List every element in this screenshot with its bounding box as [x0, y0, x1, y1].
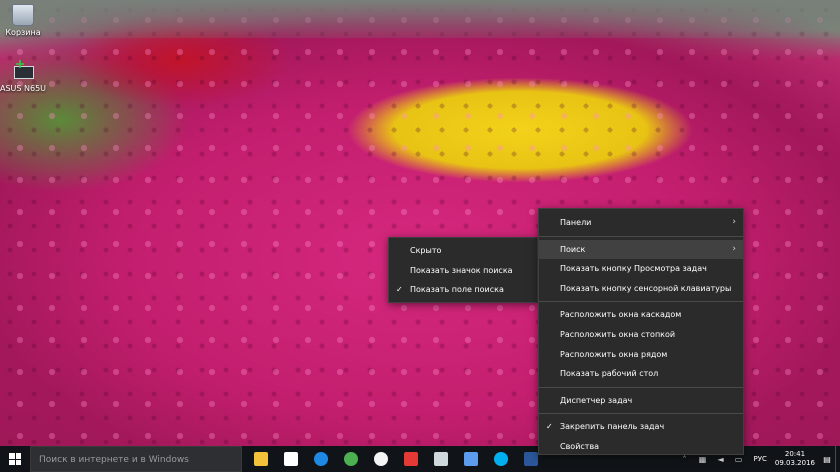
show-desktop-button[interactable] — [835, 446, 840, 472]
menu-item-cascade-windows[interactable]: Расположить окна каскадом — [539, 305, 743, 325]
menu-item-show-search-box[interactable]: ✓ Показать поле поиска — [389, 280, 537, 300]
menu-separator — [539, 413, 743, 415]
edge-icon — [314, 452, 328, 466]
desktop-icon-label: ASUS N65U — [0, 84, 47, 93]
menu-item-hidden[interactable]: Скрыто — [389, 241, 537, 261]
recycle-bin-icon — [12, 4, 34, 26]
file-explorer-icon — [254, 452, 268, 466]
menu-item-label: Показать рабочий стол — [560, 369, 659, 379]
menu-item-toolbars[interactable]: Панели › — [539, 213, 743, 233]
menu-item-label: Поиск — [560, 244, 586, 254]
notifications-icon[interactable]: ▤ — [819, 446, 835, 472]
checkmark-icon: ✓ — [546, 422, 553, 432]
menu-item-show-search-icon[interactable]: Показать значок поиска — [389, 261, 537, 281]
search-submenu: Скрыто Показать значок поиска ✓ Показать… — [388, 237, 538, 303]
menu-item-search[interactable]: Поиск › — [539, 239, 743, 260]
control-panel-icon — [464, 452, 478, 466]
menu-separator — [539, 235, 743, 237]
menu-separator — [539, 301, 743, 303]
menu-item-label: Расположить окна стопкой — [560, 329, 676, 339]
screenshot-tool-icon — [434, 452, 448, 466]
menu-item-label: Панели — [560, 218, 592, 227]
menu-separator — [539, 386, 743, 388]
menu-item-show-task-view-button[interactable]: Показать кнопку Просмотра задач — [539, 259, 743, 279]
network-computer-icon — [12, 60, 34, 82]
taskbar-app-button[interactable] — [336, 446, 366, 472]
desktop-icon-asus-n65u[interactable]: ASUS N65U — [0, 60, 48, 93]
menu-item-label: Свойства — [560, 441, 600, 451]
taskbar-app-button[interactable] — [426, 446, 456, 472]
taskbar-context-menu: Панели › Поиск › Показать кнопку Просмот… — [538, 208, 744, 455]
menu-item-label: Расположить окна каскадом — [560, 310, 682, 320]
taskbar-app-button[interactable] — [366, 446, 396, 472]
chevron-right-icon: › — [732, 217, 736, 227]
skype-icon — [494, 452, 508, 466]
menu-item-side-by-side-windows[interactable]: Расположить окна рядом — [539, 345, 743, 365]
menu-item-label: Показать кнопку сенсорной клавиатуры — [560, 283, 732, 293]
taskbar-app-button[interactable] — [456, 446, 486, 472]
store-icon — [284, 452, 298, 466]
taskbar-app-button[interactable] — [486, 446, 516, 472]
taskbar-app-button[interactable] — [396, 446, 426, 472]
menu-item-label: Диспетчер задач — [560, 395, 633, 405]
clock-date: 09.03.2016 — [774, 459, 815, 467]
menu-item-label: Закрепить панель задач — [560, 422, 665, 432]
taskbar-app-button[interactable] — [246, 446, 276, 472]
checkmark-icon: ✓ — [396, 285, 403, 295]
menu-item-label: Расположить окна рядом — [560, 349, 668, 359]
menu-item-task-manager[interactable]: Диспетчер задач — [539, 391, 743, 411]
pinned-apps — [246, 446, 546, 472]
clock[interactable]: 20:41 09.03.2016 — [775, 450, 815, 468]
taskbar-app-button[interactable] — [306, 446, 336, 472]
menu-item-stack-windows[interactable]: Расположить окна стопкой — [539, 325, 743, 345]
menu-item-label: Скрыто — [410, 246, 442, 255]
desktop-icon-recycle-bin[interactable]: Корзина — [0, 4, 48, 37]
word-icon — [524, 452, 538, 466]
yandex-browser-icon — [374, 452, 388, 466]
menu-item-label: Показать кнопку Просмотра задач — [560, 264, 707, 274]
menu-item-show-desktop[interactable]: Показать рабочий стол — [539, 364, 743, 384]
chrome-icon — [344, 452, 358, 466]
menu-item-properties[interactable]: Свойства — [539, 437, 743, 457]
language-indicator[interactable]: РУС — [754, 455, 767, 463]
ccleaner-icon — [404, 452, 418, 466]
menu-item-label: Показать поле поиска — [410, 285, 504, 295]
menu-item-label: Показать значок поиска — [410, 265, 513, 275]
chevron-right-icon: › — [732, 243, 736, 254]
menu-item-show-touch-keyboard-button[interactable]: Показать кнопку сенсорной клавиатуры — [539, 279, 743, 299]
desktop-icon-label: Корзина — [5, 28, 41, 37]
clock-time: 20:41 — [784, 450, 806, 458]
menu-item-lock-taskbar[interactable]: ✓ Закрепить панель задач — [539, 417, 743, 437]
search-box[interactable]: Поиск в интернете и в Windows — [30, 446, 242, 472]
windows-logo-icon — [9, 453, 21, 465]
start-button[interactable] — [0, 446, 30, 472]
taskbar-app-button[interactable] — [276, 446, 306, 472]
